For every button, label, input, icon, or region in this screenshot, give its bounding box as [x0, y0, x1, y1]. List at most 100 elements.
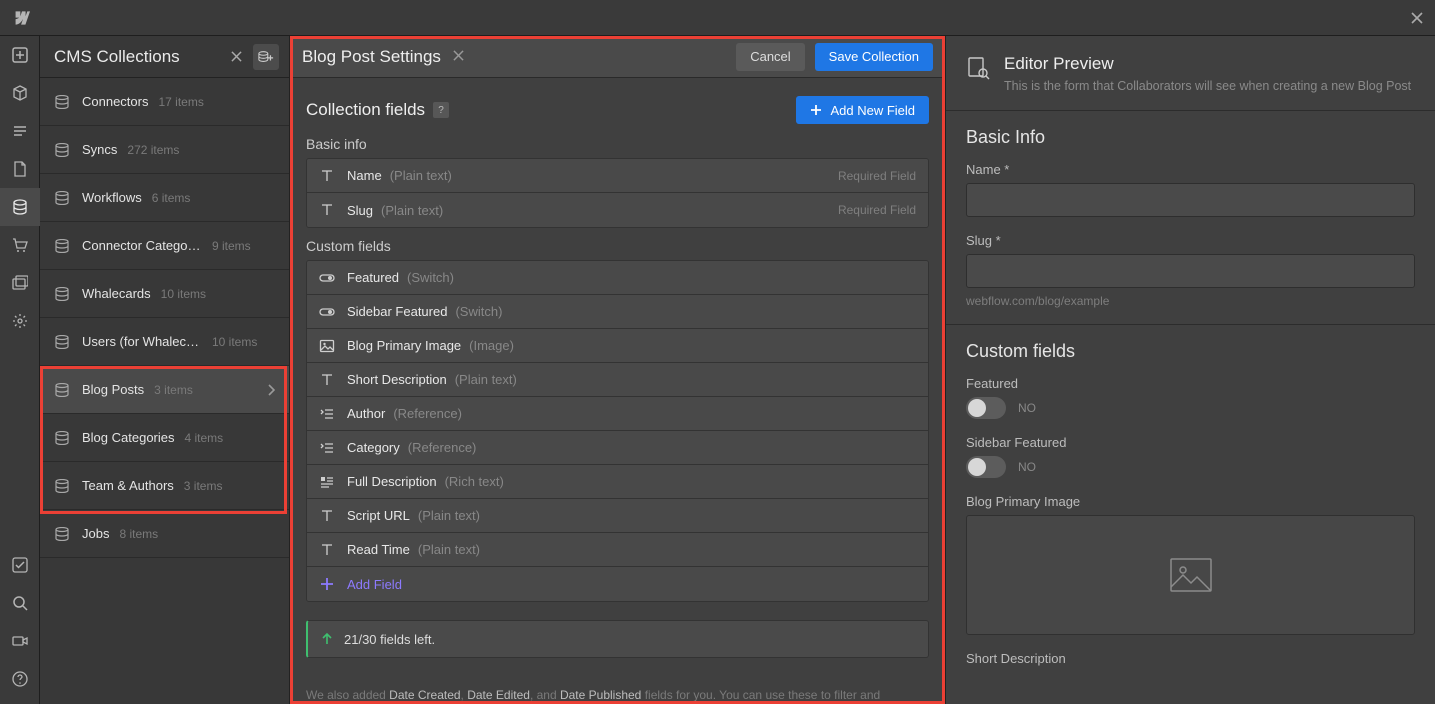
- collection-item[interactable]: Users (for Whalecar...10 items: [40, 318, 289, 366]
- sidebar-featured-toggle[interactable]: [966, 456, 1006, 478]
- field-type: (Image): [469, 338, 514, 353]
- close-panel-icon[interactable]: [453, 48, 464, 65]
- field-row[interactable]: Read Time (Plain text): [307, 533, 928, 567]
- database-icon: [54, 335, 70, 349]
- field-row[interactable]: Author (Reference): [307, 397, 928, 431]
- featured-toggle[interactable]: [966, 397, 1006, 419]
- close-icon[interactable]: [1405, 6, 1429, 30]
- help-icon[interactable]: [0, 660, 40, 698]
- fields-counter-text: 21/30 fields left.: [344, 632, 435, 647]
- assets-icon[interactable]: [0, 264, 40, 302]
- field-type: (Switch): [455, 304, 502, 319]
- sidebar-title: CMS Collections: [54, 47, 219, 67]
- collection-item[interactable]: Connectors17 items: [40, 78, 289, 126]
- add-field-label: Add Field: [347, 577, 402, 592]
- image-drop-zone[interactable]: [966, 515, 1415, 635]
- help-badge-icon[interactable]: ?: [433, 102, 449, 118]
- slug-hint: webflow.com/blog/example: [966, 294, 1415, 308]
- image-placeholder-icon: [1169, 557, 1213, 593]
- field-row[interactable]: Full Description(Rich text): [307, 465, 928, 499]
- cms-icon[interactable]: [0, 188, 40, 226]
- cart-icon[interactable]: [0, 226, 40, 264]
- field-row[interactable]: Category(Reference): [307, 431, 928, 465]
- field-name: Slug: [347, 203, 373, 218]
- lines-icon[interactable]: [0, 112, 40, 150]
- database-icon: [54, 479, 70, 493]
- collection-fields-title: Collection fields: [306, 100, 425, 120]
- field-name: Category: [347, 440, 400, 455]
- basic-info-label: Basic info: [306, 136, 929, 152]
- field-row[interactable]: Blog Primary Image (Image): [307, 329, 928, 363]
- field-row[interactable]: Featured(Switch): [307, 261, 928, 295]
- field-type: (Switch): [407, 270, 454, 285]
- name-label: Name *: [966, 162, 1415, 177]
- collection-item[interactable]: Workflows 6 items: [40, 174, 289, 222]
- collection-item[interactable]: Connector Categories9 items: [40, 222, 289, 270]
- required-badge: Required Field: [838, 203, 916, 217]
- field-row[interactable]: Script URL(Plain text): [307, 499, 928, 533]
- collection-item[interactable]: Jobs8 items: [40, 510, 289, 558]
- video-icon[interactable]: [0, 622, 40, 660]
- collection-item[interactable]: Blog Categories4 items: [40, 414, 289, 462]
- settings-icon[interactable]: [0, 302, 40, 340]
- collection-name: Workflows: [82, 190, 142, 205]
- collection-item[interactable]: Syncs272 items: [40, 126, 289, 174]
- field-name: Blog Primary Image: [347, 338, 461, 353]
- search-icon[interactable]: [0, 584, 40, 622]
- preview-subtitle: This is the form that Collaborators will…: [1004, 78, 1411, 96]
- add-element-icon[interactable]: [0, 36, 40, 74]
- top-bar: [40, 0, 1435, 36]
- collection-item[interactable]: Team & Authors 3 items: [40, 462, 289, 510]
- collection-count: 3 items: [184, 479, 223, 493]
- short-desc-label: Short Description: [966, 651, 1415, 666]
- add-new-field-label: Add New Field: [830, 103, 915, 118]
- field-row[interactable]: Sidebar Featured (Switch): [307, 295, 928, 329]
- page-icon[interactable]: [0, 150, 40, 188]
- basic-info-heading: Basic Info: [966, 127, 1415, 148]
- save-collection-button[interactable]: Save Collection: [815, 43, 933, 71]
- collection-name: Whalecards: [82, 286, 151, 301]
- autofields-footnote: We also added Date Created, Date Edited,…: [306, 686, 929, 704]
- field-type: (Plain text): [418, 542, 480, 557]
- collection-name: Users (for Whalecar...: [82, 334, 202, 349]
- collection-count: 9 items: [212, 239, 251, 253]
- settings-panel: Blog Post Settings Cancel Save Collectio…: [290, 36, 945, 704]
- database-icon: [54, 527, 70, 541]
- field-name: Read Time: [347, 542, 410, 557]
- sidebar-header: CMS Collections: [40, 36, 289, 78]
- field-type: (Plain text): [381, 203, 443, 218]
- collection-count: 4 items: [185, 431, 224, 445]
- close-sidebar-icon[interactable]: [223, 44, 249, 70]
- new-collection-icon[interactable]: [253, 44, 279, 70]
- field-type: (Plain text): [418, 508, 480, 523]
- sidebar-featured-toggle-state: NO: [1018, 460, 1036, 474]
- box-icon[interactable]: [0, 74, 40, 112]
- field-name: Short Description: [347, 372, 447, 387]
- collection-name: Team & Authors: [82, 478, 174, 493]
- add-field-row[interactable]: Add Field: [307, 567, 928, 601]
- collection-count: 3 items: [154, 383, 193, 397]
- collection-count: 6 items: [152, 191, 191, 205]
- collection-name: Jobs: [82, 526, 109, 541]
- collection-item[interactable]: Blog Posts 3 items: [40, 366, 289, 414]
- chevron-right-icon: [267, 384, 275, 396]
- collection-name: Blog Posts: [82, 382, 144, 397]
- field-type: (Reference): [393, 406, 462, 421]
- add-new-field-button[interactable]: Add New Field: [796, 96, 929, 124]
- featured-toggle-state: NO: [1018, 401, 1036, 415]
- field-type: (Plain text): [455, 372, 517, 387]
- field-row[interactable]: Short Description (Plain text): [307, 363, 928, 397]
- slug-input[interactable]: [966, 254, 1415, 288]
- name-input[interactable]: [966, 183, 1415, 217]
- collection-count: 10 items: [161, 287, 206, 301]
- check-icon[interactable]: [0, 546, 40, 584]
- collection-item[interactable]: Whalecards 10 items: [40, 270, 289, 318]
- preview-title: Editor Preview: [1004, 54, 1411, 74]
- field-row[interactable]: Slug (Plain text) Required Field: [307, 193, 928, 227]
- webflow-logo[interactable]: [0, 0, 40, 36]
- field-name: Sidebar Featured: [347, 304, 447, 319]
- field-name: Author: [347, 406, 385, 421]
- field-name: Name: [347, 168, 382, 183]
- field-row[interactable]: Name(Plain text)Required Field: [307, 159, 928, 193]
- cancel-button[interactable]: Cancel: [736, 43, 804, 71]
